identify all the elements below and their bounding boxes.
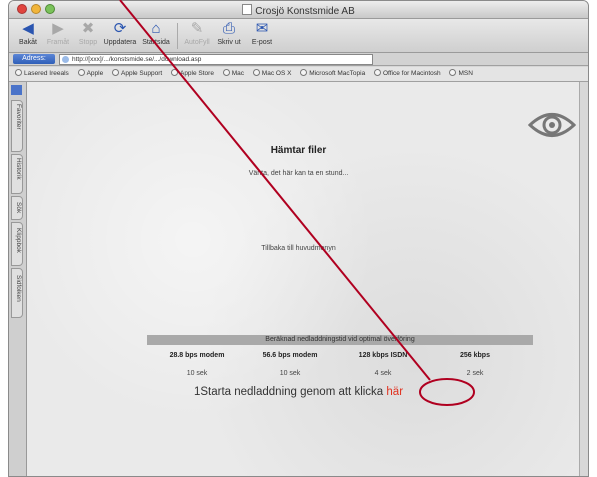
address-field[interactable]: http://[xxx]/.../konstsmide.se/.../downl… — [59, 54, 373, 65]
bookmark-icon — [252, 69, 260, 76]
start-download-link[interactable]: här — [386, 386, 403, 398]
tab-search[interactable]: Sök — [11, 196, 23, 220]
explorer-bar-tabs: Favoriter Historik Sök Klippbok Sidfolke… — [9, 82, 27, 476]
favorite-item[interactable]: Apple Store — [170, 67, 214, 81]
stop-icon: ✖ — [81, 20, 95, 37]
speed-time: 10 sek — [186, 370, 208, 377]
address-label: Adress: — [13, 54, 55, 64]
speed-time: 10 sek — [279, 370, 301, 377]
favorites-bar: Lasered Ireeals Apple Apple Support Appl… — [9, 67, 588, 82]
favorite-label: MSN — [458, 70, 473, 77]
favorite-label: Apple Support — [121, 70, 163, 77]
tab-search-label: Sök — [15, 202, 22, 214]
bookmark-icon — [300, 69, 308, 76]
speed-time: 4 sek — [374, 370, 392, 377]
speed-label: 256 kbps — [460, 352, 490, 359]
bookmark-icon — [222, 69, 230, 76]
favorite-item[interactable]: Office for Macintosh — [373, 67, 441, 81]
back-button-label: Bakåt — [19, 39, 37, 46]
refresh-button[interactable]: ⟳ Uppdatera — [103, 20, 137, 48]
stop-button-label: Stopp — [78, 39, 98, 46]
mail-icon: ✉ — [255, 20, 269, 37]
speed-time: 2 sek — [466, 370, 484, 377]
autofill-icon: ✎ — [190, 20, 204, 37]
forward-button[interactable]: ▶ Framåt — [41, 20, 75, 48]
back-arrow-icon: ◀ — [22, 20, 34, 37]
back-to-menu-link[interactable]: Tillbaka till huvudmenyn — [0, 245, 597, 252]
print-button-label: Skriv ut — [217, 39, 241, 46]
tab-page-holder-label: Sidfolken — [15, 275, 22, 302]
email-button-label: E-post — [251, 39, 273, 46]
refresh-icon: ⟳ — [113, 20, 127, 37]
autofill-button[interactable]: ✎ AutoFyll — [180, 20, 214, 48]
address-url: http://[xxx]/.../konstsmide.se/.../downl… — [72, 56, 202, 63]
home-icon: ⌂ — [151, 20, 161, 37]
bookmark-icon — [112, 69, 119, 76]
toolbar: ◀ Bakåt ▶ Framåt ✖ Stopp ⟳ Uppdatera ⌂ S… — [9, 19, 588, 53]
eye-logo-icon — [528, 113, 576, 137]
bookmark-icon — [77, 69, 85, 76]
favorite-label: Apple — [86, 70, 104, 77]
start-download-line: 1Starta nedladdning genom att klicka här — [0, 386, 597, 398]
page-title: Hämtar filer — [270, 145, 327, 156]
favorite-label: Office for Macintosh — [382, 70, 441, 77]
favorite-label: Microsoft MacTopia — [309, 70, 366, 77]
favorite-label: Apple Store — [179, 70, 214, 77]
bookmark-icon — [170, 69, 178, 76]
speed-label: 56.6 bps modem — [262, 352, 318, 359]
favorite-item[interactable]: MSN — [449, 67, 473, 81]
back-button[interactable]: ◀ Bakåt — [11, 20, 45, 48]
tab-page-holder[interactable]: Sidfolken — [11, 268, 23, 318]
start-download-text: 1Starta nedladdning genom att klicka — [193, 386, 384, 398]
window-title-text: Crosjö Konstsmide AB — [255, 6, 355, 17]
home-button[interactable]: ⌂ Startsida — [139, 20, 173, 48]
title-bar: Crosjö Konstsmide AB — [9, 1, 588, 19]
favorite-label: Lasered Ireeals — [24, 70, 69, 77]
favorite-item[interactable]: Mac — [222, 67, 245, 81]
speed-label: 128 kbps ISDN — [358, 352, 408, 359]
print-button[interactable]: ⎙ Skriv ut — [212, 20, 246, 48]
favorite-item[interactable]: Apple — [77, 67, 104, 81]
tab-scrapbook[interactable]: Klippbok — [11, 222, 23, 266]
speed-label: 28.8 bps modem — [169, 352, 225, 359]
bookmark-icon — [15, 69, 22, 76]
page-icon — [242, 4, 253, 15]
vertical-scrollbar[interactable] — [579, 82, 588, 476]
email-button[interactable]: ✉ E-post — [245, 20, 279, 48]
refresh-button-label: Uppdatera — [103, 39, 137, 46]
tab-favorites-label: Favoriter — [15, 104, 22, 130]
favorite-item[interactable]: Lasered Ireeals — [15, 67, 69, 81]
favorite-item[interactable]: Mac OS X — [252, 67, 292, 81]
window-title: Crosjö Konstsmide AB — [9, 4, 588, 17]
favorite-label: Mac OS X — [261, 70, 292, 77]
bookmark-icon — [373, 69, 381, 76]
forward-arrow-icon: ▶ — [52, 20, 64, 37]
favorite-item[interactable]: Microsoft MacTopia — [300, 67, 365, 81]
toolbar-separator — [177, 23, 178, 49]
bookmark-icon — [449, 69, 457, 76]
stop-button[interactable]: ✖ Stopp — [71, 20, 105, 48]
address-bar: Adress: http://[xxx]/.../konstsmide.se/.… — [9, 53, 588, 66]
favorite-item[interactable]: Apple Support — [112, 67, 162, 81]
download-time-header: Beräknad nedladdningstid vid optimal öve… — [147, 335, 533, 345]
site-favicon-icon — [62, 56, 69, 63]
forward-button-label: Framåt — [46, 39, 70, 46]
page-content — [27, 82, 580, 476]
print-icon: ⎙ — [222, 20, 235, 37]
explorer-bar-toggle[interactable] — [11, 85, 22, 95]
favorite-label: Mac — [231, 70, 245, 77]
autofill-button-label: AutoFyll — [184, 39, 210, 46]
browser-window: Crosjö Konstsmide AB ◀ Bakåt ▶ Framåt ✖ … — [8, 0, 589, 477]
wait-message: Vänta, det här kan ta en stund... — [248, 170, 349, 177]
home-button-label: Startsida — [142, 39, 170, 46]
